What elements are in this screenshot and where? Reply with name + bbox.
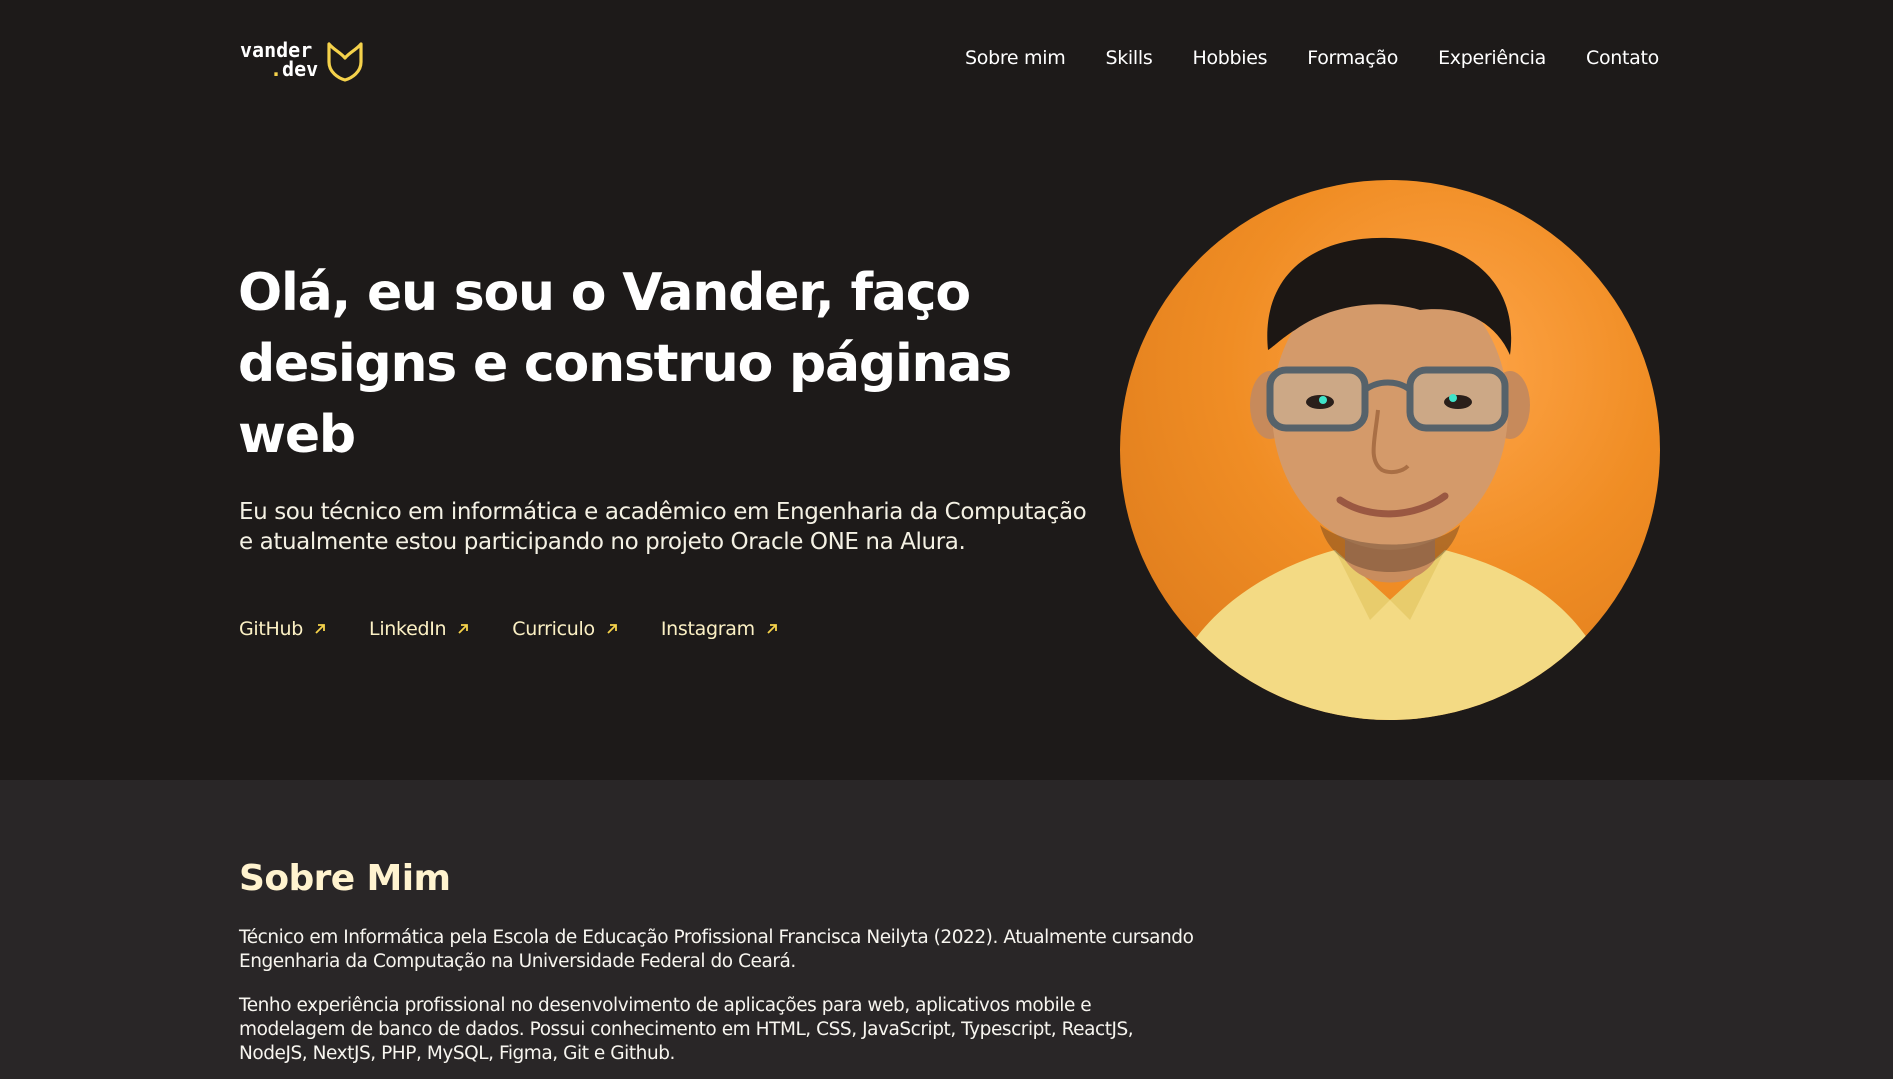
about-title: Sobre Mim [239,858,451,899]
main-nav: Sobre mim Skills Hobbies Formação Experi… [965,47,1659,69]
curriculo-link[interactable]: Curriculo [512,618,619,640]
hero-description: Eu sou técnico em informática e acadêmic… [239,499,1087,555]
nav-hobbies[interactable]: Hobbies [1192,47,1267,69]
logo[interactable]: vander .dev [240,38,366,82]
about-paragraph-2: Tenho experiência profissional no desenv… [239,995,1134,1064]
profile-portrait [1160,237,1620,720]
about-paragraph-1: Técnico em Informática pela Escola de Ed… [239,927,1194,972]
logo-text: vander .dev [240,40,319,81]
arrow-up-right-icon [315,624,325,634]
instagram-link[interactable]: Instagram [661,618,779,640]
curriculo-link-label: Curriculo [512,618,595,640]
nav-experiencia[interactable]: Experiência [1438,47,1546,69]
shield-heart-icon [327,42,363,82]
linkedin-link[interactable]: LinkedIn [369,618,470,640]
github-link[interactable]: GitHub [239,618,327,640]
arrow-up-right-icon [607,624,617,634]
arrow-up-right-icon [767,624,777,634]
hero-title: Olá, eu sou o Vander, faço designs e con… [238,263,1012,465]
nav-skills[interactable]: Skills [1105,47,1152,69]
instagram-link-label: Instagram [660,618,755,640]
nav-formacao[interactable]: Formação [1307,47,1398,69]
logo-line-2: .dev [240,57,319,81]
nav-contato[interactable]: Contato [1586,47,1659,69]
arrow-up-right-icon [458,624,469,634]
profile-photo [1120,180,1660,720]
logo-dot: . [270,57,283,81]
social-links: GitHub LinkedIn Curriculo Instagram [239,618,779,640]
github-link-label: GitHub [239,618,304,640]
nav-sobre-mim[interactable]: Sobre mim [965,47,1066,69]
logo-line-2-text: dev [282,57,319,81]
site-header: vander .dev Sobre mim Skills Hobbies For… [0,0,1893,120]
linkedin-link-label: LinkedIn [369,618,447,640]
